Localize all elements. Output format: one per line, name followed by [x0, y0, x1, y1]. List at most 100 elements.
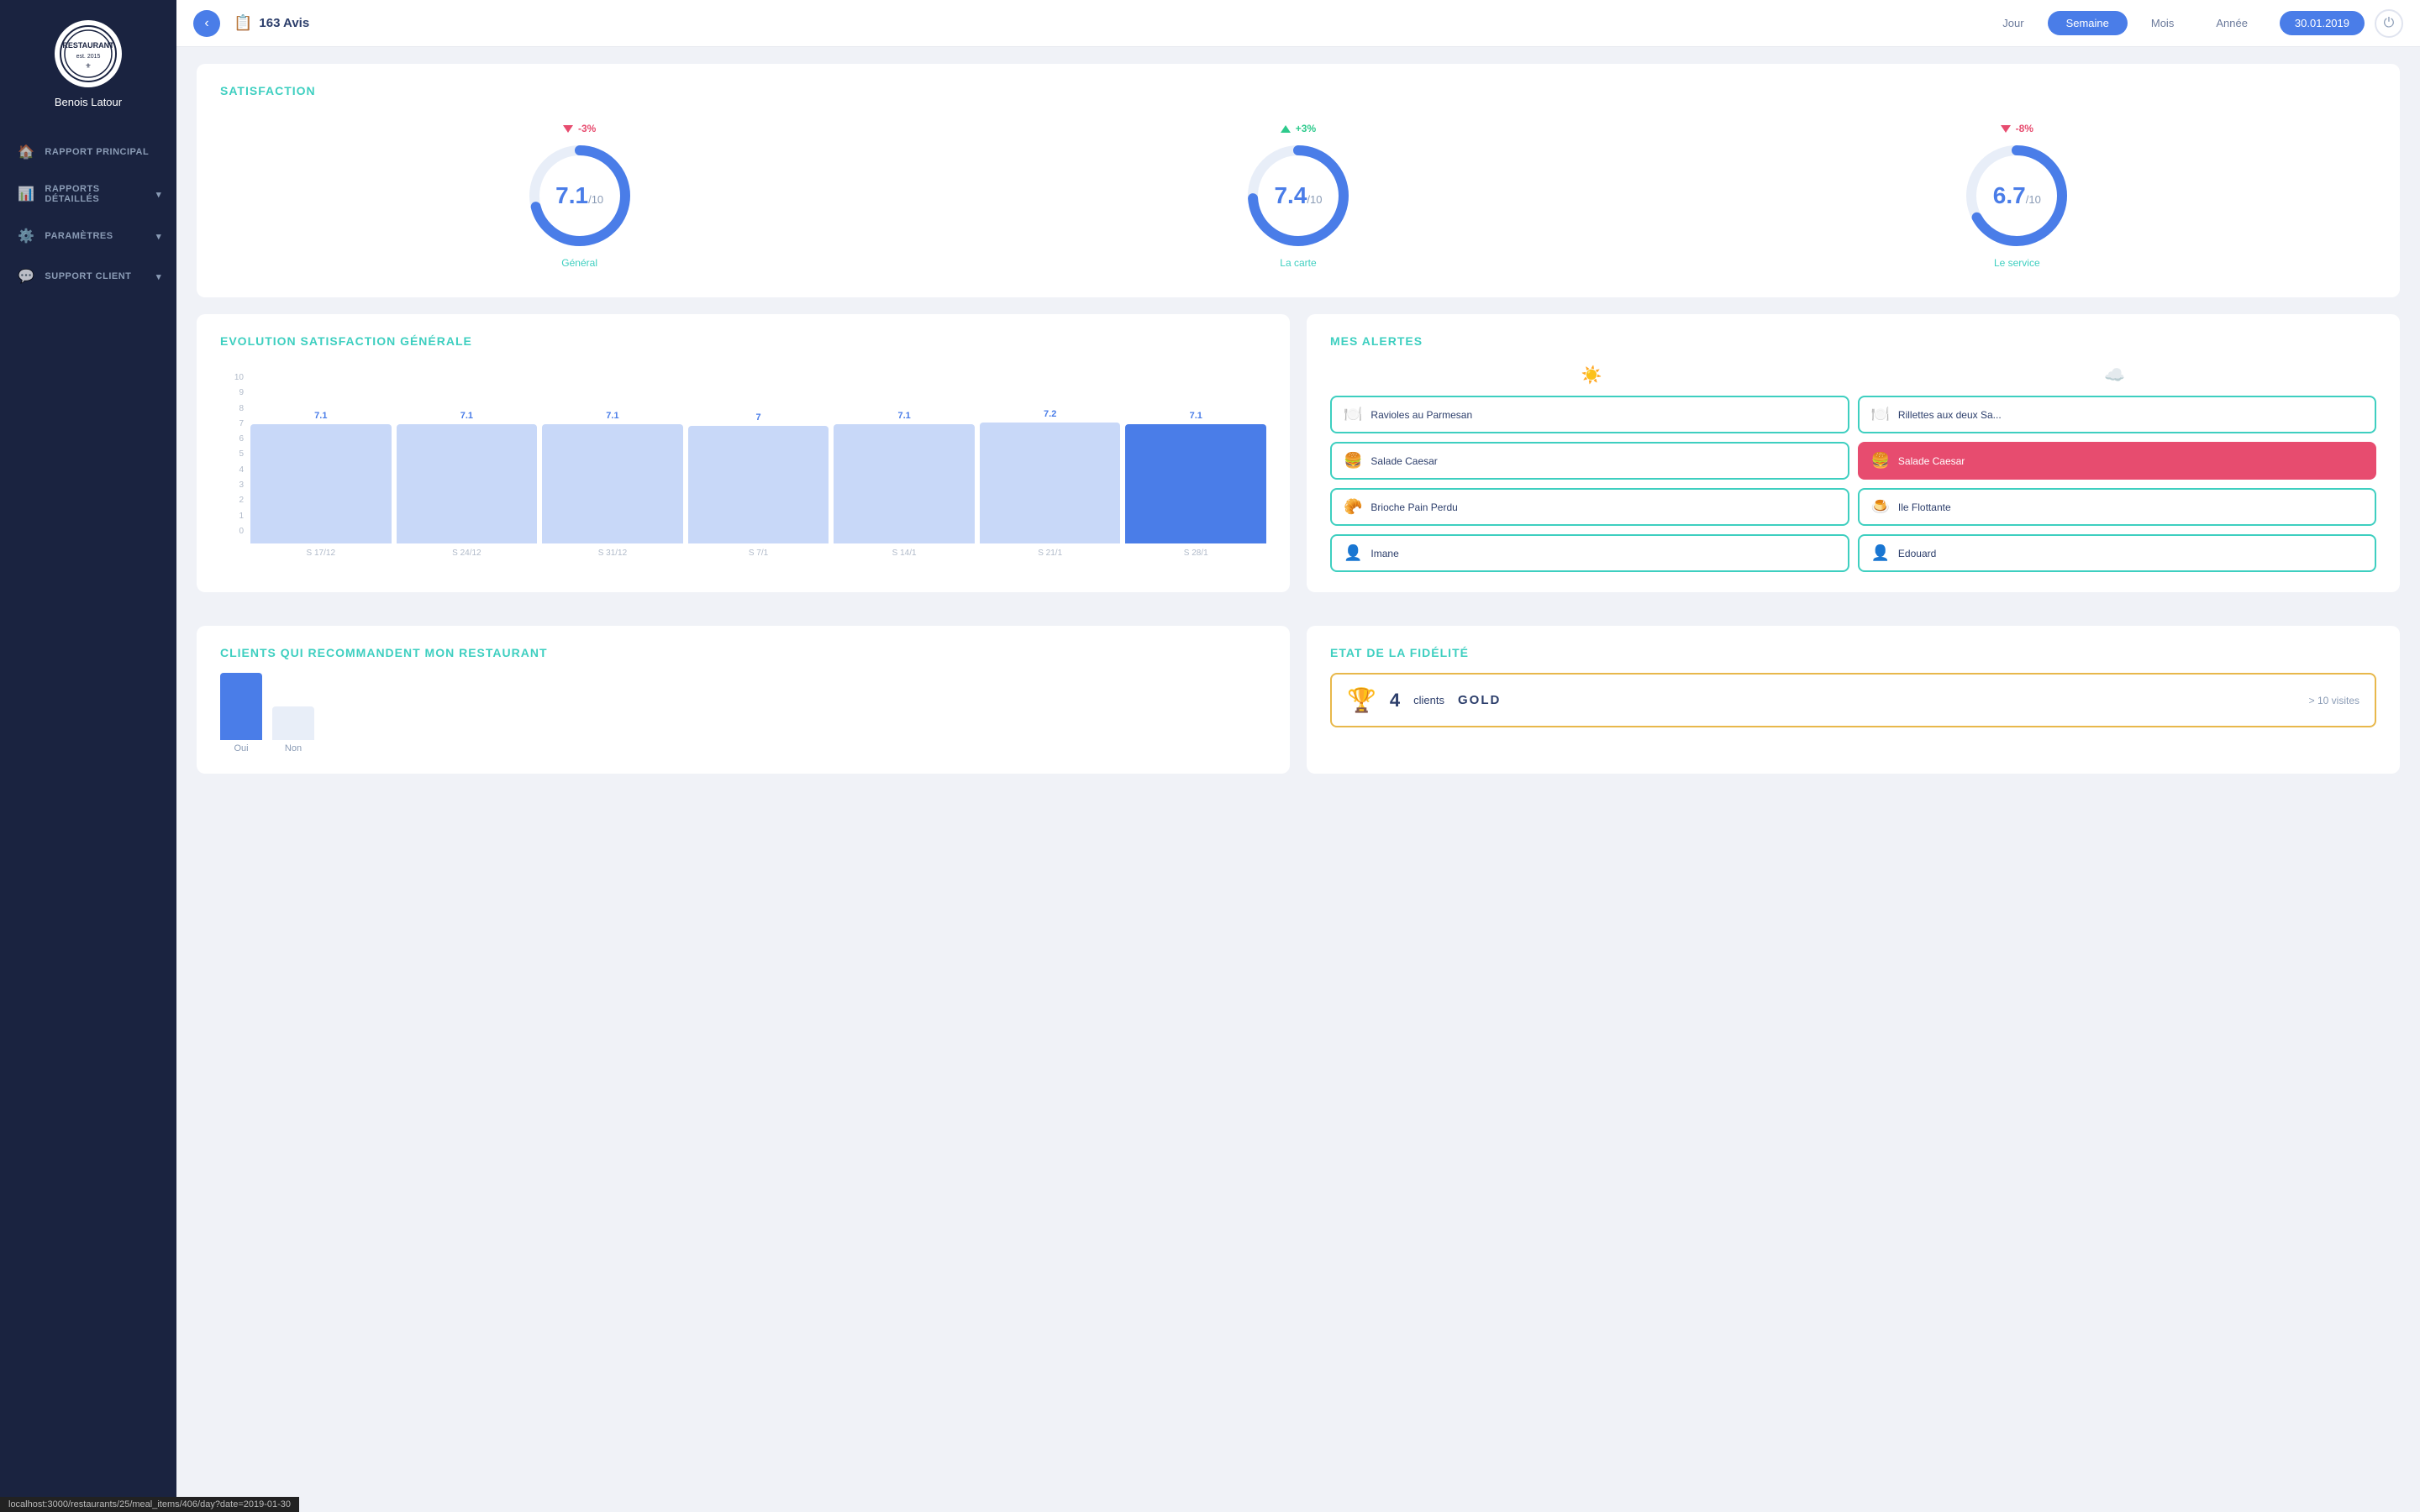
alerte-ravioles[interactable]: 🍽️ Ravioles au Parmesan — [1330, 396, 1849, 433]
chart-area: 0 1 2 3 4 5 6 7 8 9 10 — [220, 365, 1266, 558]
alerte-edouard[interactable]: 👤 Edouard — [1858, 534, 2377, 572]
sidebar-item-label: RAPPORTS DÉTAILLÉS — [45, 184, 156, 204]
gold-tier: GOLD — [1458, 693, 1501, 707]
badge-la-carte: +3% — [1281, 123, 1316, 134]
page-content: SATISFACTION -3% 7.1/10 — [176, 47, 2420, 824]
gold-label: clients — [1413, 694, 1444, 706]
alerte-salade-caesar-left[interactable]: 🍔 Salade Caesar — [1330, 442, 1849, 480]
svg-text:est. 2015: est. 2015 — [76, 54, 101, 60]
tab-jour[interactable]: Jour — [1984, 11, 2042, 35]
sidebar-item-label: PARAMÈTRES — [45, 231, 113, 241]
evolution-card: EVOLUTION SATISFACTION GÉNÉRALE 0 1 2 3 … — [197, 314, 1290, 592]
back-button[interactable]: ‹ — [193, 10, 220, 37]
arrow-up-icon — [1281, 125, 1291, 133]
arrow-down-icon — [2001, 125, 2011, 133]
svg-text:⚜: ⚜ — [85, 62, 91, 70]
alerte-imane[interactable]: 👤 Imane — [1330, 534, 1849, 572]
donut-la-carte: +3% 7.4/10 La carte — [1244, 123, 1353, 269]
bar-col-1: 7.1 S 17/12 — [250, 411, 392, 558]
chevron-down-icon: ▾ — [156, 271, 161, 282]
satisfaction-card: SATISFACTION -3% 7.1/10 — [197, 64, 2400, 297]
chat-icon: 💬 — [18, 268, 34, 285]
header: ‹ 📋 163 Avis Jour Semaine Mois Année 30.… — [176, 0, 2420, 47]
sidebar-nav: 🏠 RAPPORT PRINCIPAL 📊 RAPPORTS DÉTAILLÉS… — [0, 132, 176, 297]
food-icon: 🍔 — [1871, 452, 1890, 470]
tab-mois[interactable]: Mois — [2133, 11, 2192, 35]
non-bar-fill — [272, 706, 314, 740]
bar-col-3: 7.1 S 31/12 — [542, 411, 683, 558]
bar-col-4: 7 S 7/1 — [688, 412, 829, 558]
recommandent-card: CLIENTS QUI RECOMMANDENT MON RESTAURANT … — [197, 626, 1290, 774]
power-button[interactable]: ⏻ — [2375, 9, 2403, 38]
person-icon: 👤 — [1344, 544, 1362, 562]
bar-5 — [834, 424, 975, 543]
bar-4 — [688, 426, 829, 543]
chart-icon: 📊 — [18, 186, 34, 202]
food-icon: 🥐 — [1344, 498, 1362, 516]
sidebar-item-support-client[interactable]: 💬 SUPPORT CLIENT ▾ — [0, 256, 176, 297]
sidebar: RESTAURANT est. 2015 ⚜ Benois Latour 🏠 R… — [0, 0, 176, 1512]
tab-annee[interactable]: Année — [2197, 11, 2266, 35]
sidebar-item-parametres[interactable]: ⚙️ PARAMÈTRES ▾ — [0, 216, 176, 256]
alertes-title: MES ALERTES — [1330, 334, 2376, 348]
alerte-ile-flottante[interactable]: 🍮 Ile Flottante — [1858, 488, 2377, 526]
reviews-count: 📋 163 Avis — [234, 14, 309, 32]
fidelite-gold-row: 🏆 4 clients GOLD > 10 visites — [1330, 673, 2376, 727]
gear-icon: ⚙️ — [18, 228, 34, 244]
satisfaction-row: -3% 7.1/10 Général — [220, 114, 2376, 277]
sidebar-item-rapport-principal[interactable]: 🏠 RAPPORT PRINCIPAL — [0, 132, 176, 172]
sidebar-item-rapports-detailles[interactable]: 📊 RAPPORTS DÉTAILLÉS ▾ — [0, 172, 176, 216]
donut-wrapper-general: 7.1/10 — [525, 141, 634, 250]
middle-row: EVOLUTION SATISFACTION GÉNÉRALE 0 1 2 3 … — [197, 314, 2400, 609]
gold-visits: > 10 visites — [2309, 695, 2360, 706]
donut-le-service: -8% 6.7/10 Le service — [1962, 123, 2071, 269]
bar-2 — [397, 424, 538, 543]
header-tabs: Jour Semaine Mois Année — [1984, 11, 2266, 35]
fidelite-title: ETAT DE LA FIDÉLITÉ — [1330, 646, 2376, 659]
sidebar-username: Benois Latour — [55, 96, 122, 108]
gold-count: 4 — [1390, 690, 1400, 711]
sun-icon: ☀️ — [1581, 365, 1602, 386]
bar-col-7: 7.1 S 28/1 — [1125, 411, 1266, 558]
alerte-salade-caesar-right[interactable]: 🍔 Salade Caesar — [1858, 442, 2377, 480]
oui-bar-fill — [220, 673, 262, 740]
alerte-brioche[interactable]: 🥐 Brioche Pain Perdu — [1330, 488, 1849, 526]
bar-7 — [1125, 424, 1266, 543]
non-label: Non — [285, 743, 302, 753]
y-axis: 0 1 2 3 4 5 6 7 8 9 10 — [220, 373, 244, 536]
evolution-title: EVOLUTION SATISFACTION GÉNÉRALE — [220, 334, 1266, 348]
donut-wrapper-le-service: 6.7/10 — [1962, 141, 2071, 250]
tab-semaine[interactable]: Semaine — [2048, 11, 2128, 35]
alerte-header: ☀️ ☁️ — [1330, 365, 2376, 386]
sidebar-item-label: SUPPORT CLIENT — [45, 271, 131, 281]
fidelite-card: ETAT DE LA FIDÉLITÉ 🏆 4 clients GOLD > 1… — [1307, 626, 2400, 774]
bar-col-6: 7.2 S 21/1 — [980, 409, 1121, 558]
chevron-down-icon: ▾ — [156, 231, 161, 242]
food-icon: 🍽️ — [1871, 406, 1890, 423]
sidebar-item-label: RAPPORT PRINCIPAL — [45, 147, 149, 157]
chevron-down-icon: ▾ — [156, 189, 161, 200]
sidebar-logo: RESTAURANT est. 2015 ⚜ — [55, 20, 122, 87]
status-bar: localhost:3000/restaurants/25/meal_items… — [0, 1497, 299, 1512]
date-button[interactable]: 30.01.2019 — [2280, 11, 2365, 35]
badge-le-service: -8% — [2001, 123, 2033, 134]
food-icon: 🍽️ — [1344, 406, 1362, 423]
food-icon: 🍮 — [1871, 498, 1890, 516]
donut-center-le-service: 6.7/10 — [1993, 182, 2041, 209]
bar-col-5: 7.1 S 14/1 — [834, 411, 975, 558]
svg-text:RESTAURANT: RESTAURANT — [62, 41, 114, 50]
list-icon: 📋 — [234, 14, 252, 32]
food-icon: 🍔 — [1344, 452, 1362, 470]
chart-bars: 0 1 2 3 4 5 6 7 8 9 10 — [220, 373, 1266, 558]
oui-label: Oui — [234, 743, 248, 753]
non-bar: Non — [272, 706, 314, 753]
bar-col-2: 7.1 S 24/12 — [397, 411, 538, 558]
satisfaction-title: SATISFACTION — [220, 84, 2376, 97]
alertes-card: MES ALERTES ☀️ ☁️ 🍽️ Ravioles au Parmesa… — [1307, 314, 2400, 592]
main-content: ‹ 📋 163 Avis Jour Semaine Mois Année 30.… — [176, 0, 2420, 1512]
badge-general: -3% — [563, 123, 596, 134]
home-icon: 🏠 — [18, 144, 34, 160]
donut-center-general: 7.1/10 — [555, 182, 603, 209]
alerte-rillettes[interactable]: 🍽️ Rillettes aux deux Sa... — [1858, 396, 2377, 433]
donut-wrapper-la-carte: 7.4/10 — [1244, 141, 1353, 250]
